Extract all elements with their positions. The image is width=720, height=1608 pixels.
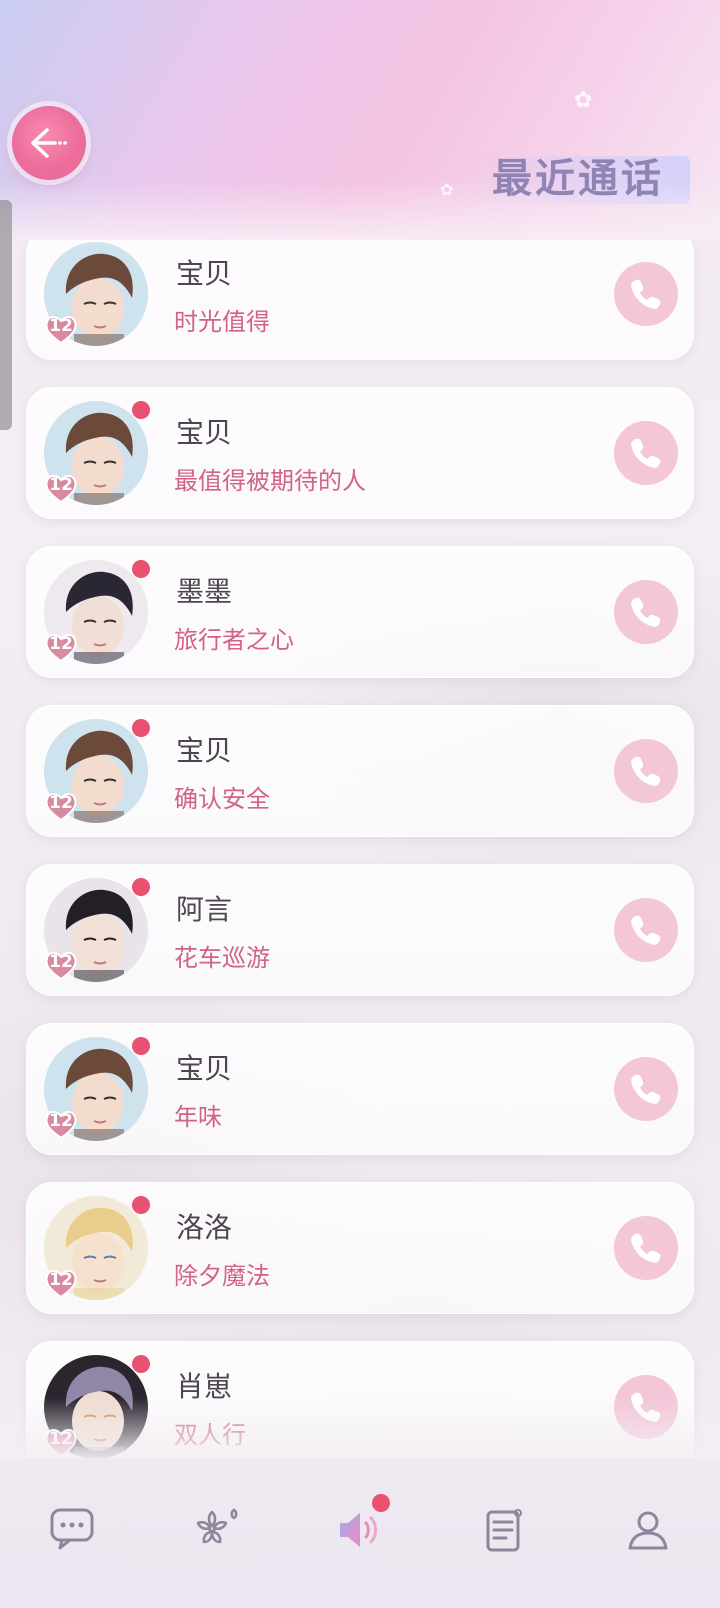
call-title: 旅行者之心 <box>174 626 294 654</box>
call-list-item[interactable]: 12 阿言 花车巡游 <box>26 864 694 996</box>
call-button[interactable] <box>614 262 678 326</box>
intimacy-level: 12 <box>49 952 73 972</box>
call-button[interactable] <box>614 580 678 644</box>
call-title: 确认安全 <box>174 785 270 813</box>
sparkle-icon: ✿ <box>440 180 454 199</box>
nav-item-calls[interactable] <box>288 1458 432 1608</box>
call-title: 除夕魔法 <box>174 1262 270 1290</box>
sakura-flower-icon <box>196 1508 238 1544</box>
call-list-item[interactable]: 12 宝贝 最值得被期待的人 <box>26 387 694 519</box>
nav-item-moments[interactable] <box>144 1458 288 1608</box>
contact-name: 宝贝 <box>176 416 233 449</box>
edge-drag-handle[interactable] <box>0 200 12 430</box>
nav-item-profile[interactable] <box>576 1458 720 1608</box>
contact-name: 宝贝 <box>176 1052 233 1085</box>
list-bottom-fade <box>0 1398 720 1460</box>
document-icon <box>486 1509 522 1552</box>
person-icon <box>628 1511 668 1550</box>
calls-badge-dot <box>372 1494 390 1512</box>
unread-dot <box>132 1196 150 1214</box>
unread-dot <box>132 1037 150 1055</box>
intimacy-level: 12 <box>49 316 73 336</box>
phone-icon <box>631 1074 661 1104</box>
sparkle-icon: ✿ <box>574 88 593 113</box>
unread-dot <box>132 401 150 419</box>
call-list-item[interactable]: 12 墨墨 旅行者之心 <box>26 546 694 678</box>
call-button[interactable] <box>614 1216 678 1280</box>
contact-name: 宝贝 <box>176 257 233 290</box>
call-button[interactable] <box>614 421 678 485</box>
chat-bubble-icon <box>50 1508 94 1550</box>
recent-calls-list[interactable]: 12 宝贝 时光值得 12 宝贝 最值得被期待的人 12 墨墨 旅行者之心 12… <box>0 240 720 1458</box>
intimacy-level: 12 <box>49 634 73 654</box>
phone-icon <box>631 915 661 945</box>
unread-dot <box>132 719 150 737</box>
intimacy-level: 12 <box>49 475 73 495</box>
contact-name: 墨墨 <box>176 575 233 608</box>
call-title: 时光值得 <box>174 308 270 336</box>
contact-name: 阿言 <box>176 893 233 926</box>
back-arrow-icon <box>31 128 67 158</box>
call-button[interactable] <box>614 898 678 962</box>
bottom-navigation <box>0 1458 720 1608</box>
call-title: 最值得被期待的人 <box>174 467 366 495</box>
call-button[interactable] <box>614 739 678 803</box>
nav-item-messages[interactable] <box>0 1458 144 1608</box>
intimacy-level: 12 <box>49 1111 73 1131</box>
unread-dot <box>132 1355 150 1373</box>
call-list-item[interactable]: 12 宝贝 时光值得 <box>26 240 694 360</box>
call-list-item[interactable]: 12 宝贝 确认安全 <box>26 705 694 837</box>
contact-name: 洛洛 <box>176 1211 233 1244</box>
intimacy-level: 12 <box>49 1270 73 1290</box>
call-title: 年味 <box>174 1103 222 1131</box>
contact-name: 宝贝 <box>176 734 233 767</box>
phone-icon <box>631 438 661 468</box>
phone-icon <box>631 756 661 786</box>
nav-item-news[interactable] <box>432 1458 576 1608</box>
call-button[interactable] <box>614 1057 678 1121</box>
page-title: 最近通话 <box>492 155 664 202</box>
header: ✿ ✿ 最近通话 <box>0 0 720 240</box>
phone-icon <box>631 1233 661 1263</box>
back-button[interactable] <box>12 106 86 180</box>
unread-dot <box>132 560 150 578</box>
phone-icon <box>631 279 661 309</box>
phone-icon <box>631 597 661 627</box>
unread-dot <box>132 878 150 896</box>
call-list-item[interactable]: 12 洛洛 除夕魔法 <box>26 1182 694 1314</box>
call-list-item[interactable]: 12 宝贝 年味 <box>26 1023 694 1155</box>
call-title: 花车巡游 <box>174 944 270 972</box>
intimacy-level: 12 <box>49 793 73 813</box>
speaker-icon <box>340 1513 377 1547</box>
